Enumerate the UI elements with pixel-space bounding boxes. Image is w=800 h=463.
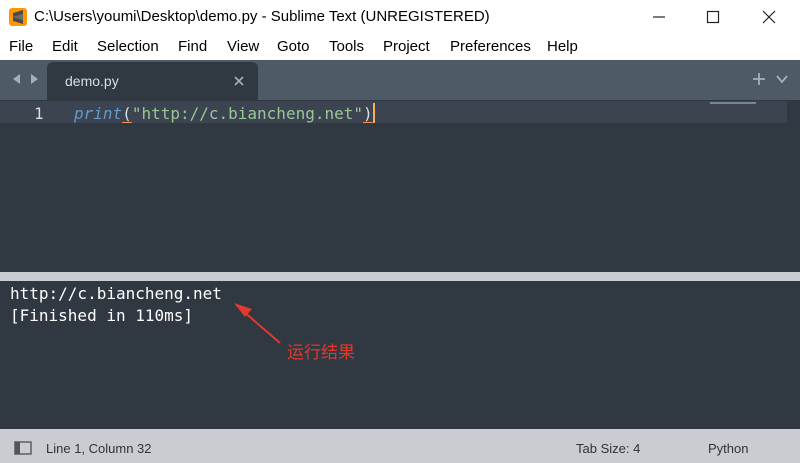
triangle-left-icon[interactable] [13,74,20,84]
text-caret [372,103,375,123]
code-open-paren: ( [122,104,132,123]
code-close-paren: ) [363,104,373,123]
minimize-icon [653,16,665,18]
minimap-line [710,102,756,104]
chevron-down-icon[interactable] [775,73,789,85]
menu-help[interactable]: Help [547,38,578,55]
code-line-1[interactable]: print("http://c.biancheng.net") [74,103,375,123]
triangle-right-icon[interactable] [31,74,38,84]
line-number: 1 [34,104,44,123]
sublime-text-icon [9,8,27,26]
tab-label: demo.py [65,73,119,89]
menu-file[interactable]: File [9,38,33,55]
code-function: print [74,104,123,123]
annotation-label: 运行结果 [287,343,355,363]
menu-selection[interactable]: Selection [97,38,159,55]
menu-project[interactable]: Project [383,38,430,55]
maximize-icon [706,10,720,24]
new-tab-icon[interactable] [752,72,766,86]
minimize-button[interactable] [632,0,686,34]
annotation-arrow-icon [234,303,281,344]
window-title: C:\Users\youmi\Desktop\demo.py - Sublime… [34,8,490,25]
menu-bar: File Edit Selection Find View Goto Tools… [0,34,800,60]
output-panel: http://c.biancheng.net [Finished in 110m… [0,281,800,429]
tab-close-icon[interactable] [233,75,245,87]
gutter-current-line: 1 [0,101,58,123]
maximize-button[interactable] [686,0,740,34]
menu-edit[interactable]: Edit [52,38,78,55]
tab-size-selector[interactable]: Tab Size: 4 [576,441,640,456]
menu-find[interactable]: Find [178,38,207,55]
tab-bar: demo.py [0,60,800,100]
status-bar: Line 1, Column 32 Tab Size: 4 Python [0,429,800,463]
panel-toggle-icon[interactable] [14,441,32,455]
menu-tools[interactable]: Tools [329,38,364,55]
menu-goto[interactable]: Goto [277,38,310,55]
cursor-position: Line 1, Column 32 [46,441,152,456]
title-bar: C:\Users\youmi\Desktop\demo.py - Sublime… [0,0,800,34]
panel-divider[interactable] [0,272,800,281]
menu-preferences[interactable]: Preferences [450,38,531,55]
close-icon [762,10,776,24]
tab-demo-py[interactable]: demo.py [47,62,258,100]
close-button[interactable] [742,0,796,34]
syntax-selector[interactable]: Python [708,441,748,456]
code-string: "http://c.biancheng.net" [131,104,363,123]
menu-view[interactable]: View [227,38,259,55]
vertical-scrollbar[interactable] [787,100,800,272]
editor-area[interactable]: 1 print("http://c.biancheng.net") [0,100,800,272]
tab-nav-arrows [10,72,42,91]
minimap[interactable] [706,100,784,108]
